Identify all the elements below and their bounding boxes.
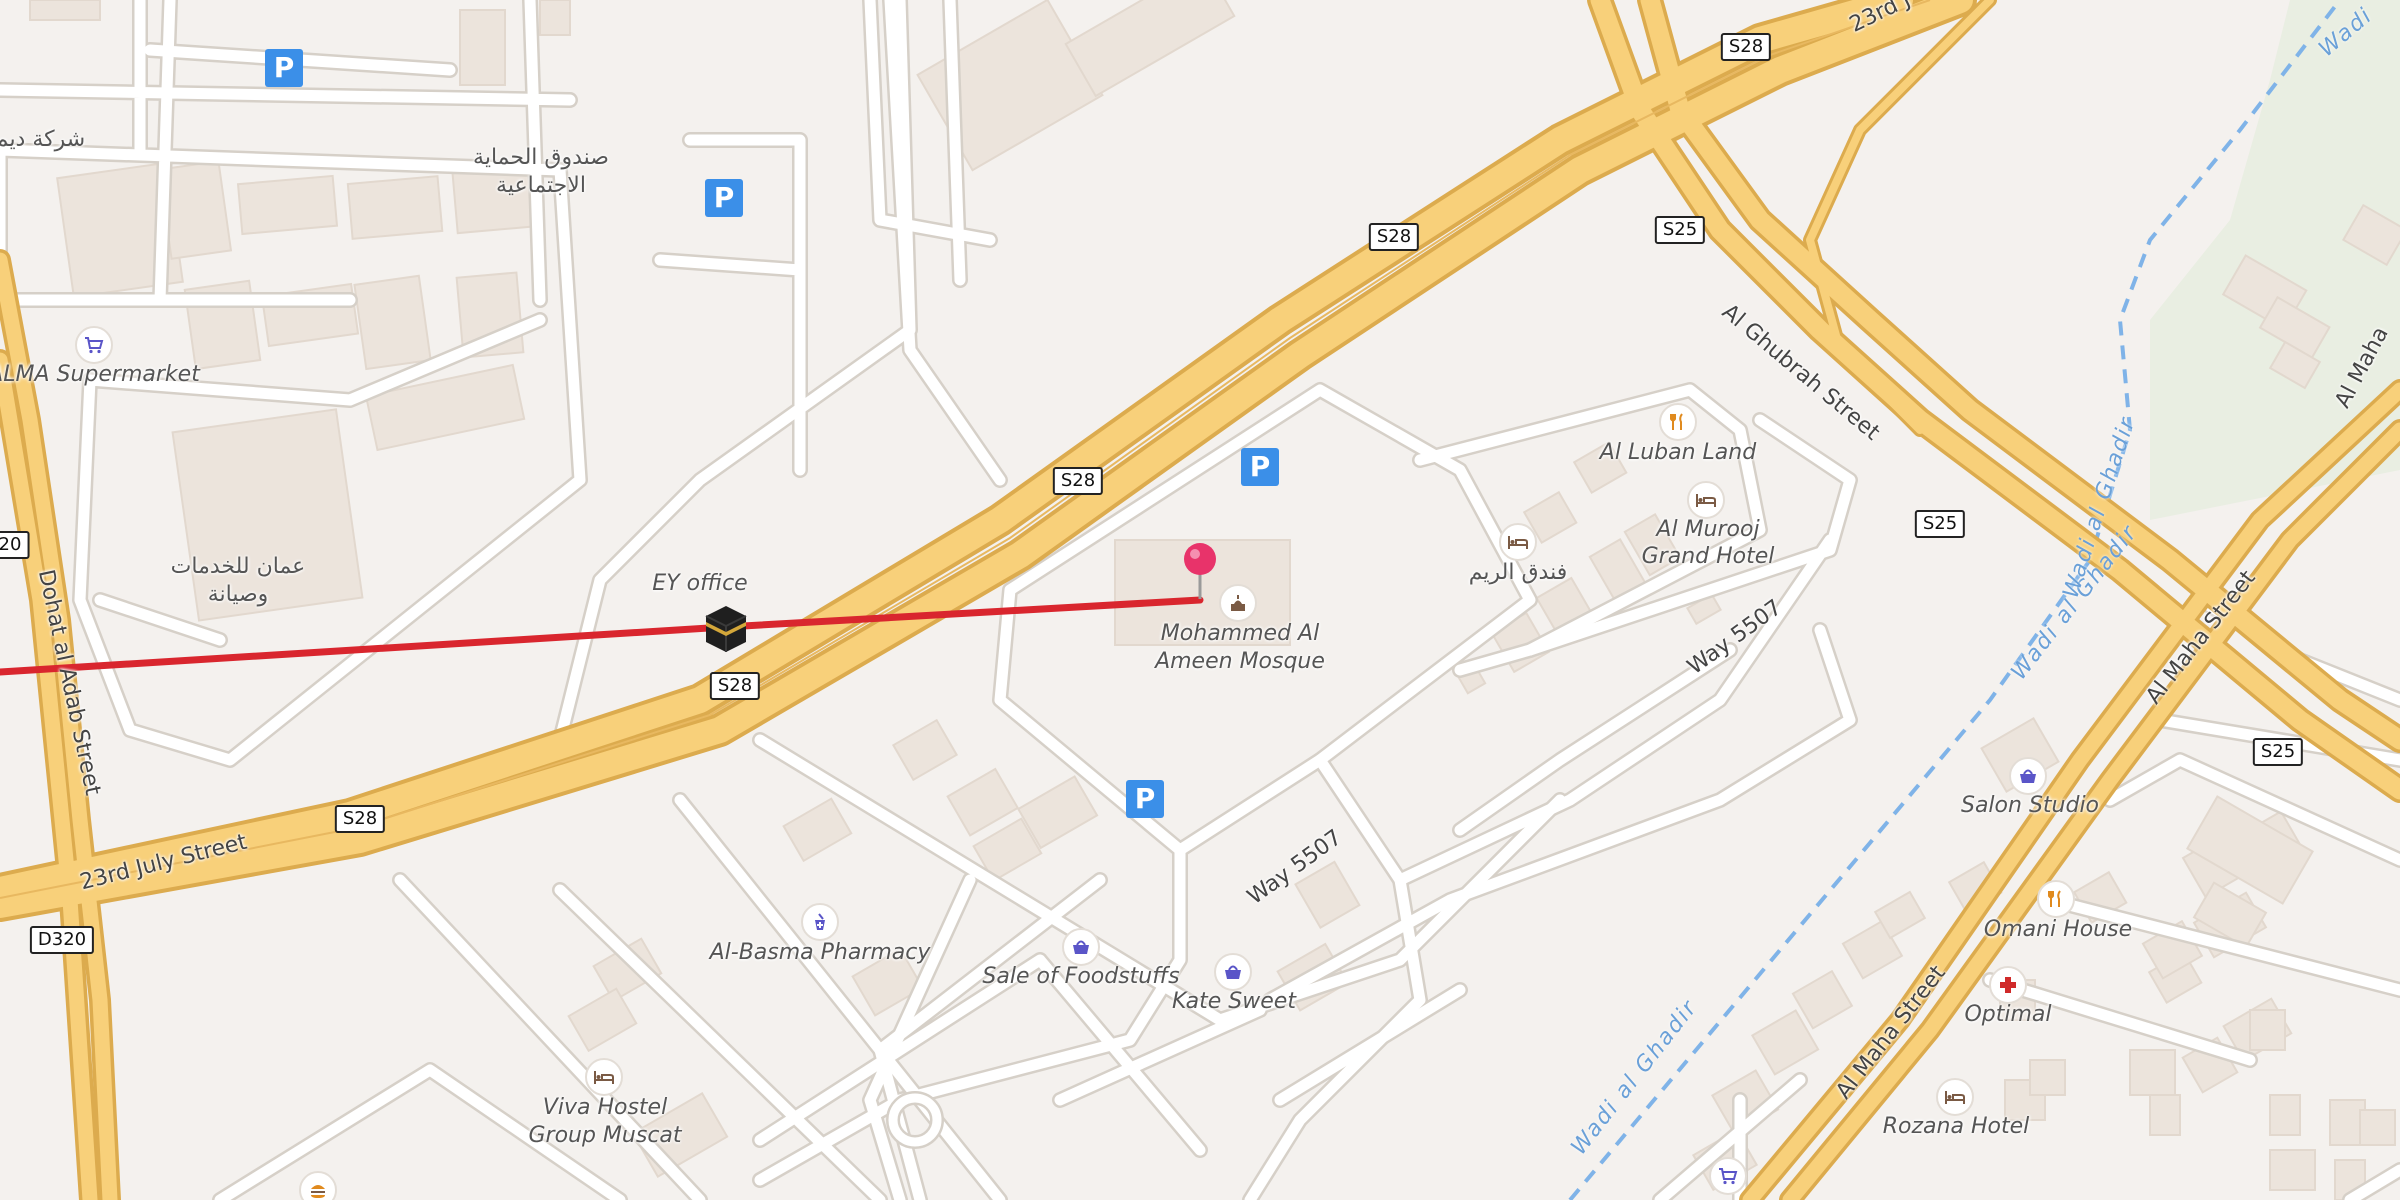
place-label-kate-sweet[interactable]: Kate Sweet [1172,989,1296,1015]
hotel-bed-icon[interactable] [1499,523,1537,561]
shopping-basket-icon[interactable] [1062,928,1100,966]
place-label-ey-office[interactable]: EY office [652,571,747,597]
road-shield-s25: S25 [2252,738,2304,766]
place-label-al-murooj-line1[interactable]: Al Murooj [1656,517,1759,543]
road-shield-s28: S28 [334,805,386,833]
place-label-mosque-line2[interactable]: Ameen Mosque [1155,649,1325,675]
shopping-basket-icon[interactable] [2009,757,2047,795]
place-label-oman-services-line2[interactable]: وصيانة [208,582,269,608]
parking-icon[interactable]: P [1241,448,1279,486]
place-label-viva-hostel-line2[interactable]: Group Muscat [528,1123,681,1149]
place-label-sale-of-foodstuffs[interactable]: Sale of Foodstuffs [982,964,1179,990]
road-shield-s28: S28 [709,672,761,700]
road-shield-s25: S25 [1654,216,1706,244]
place-label-viva-hostel-line1[interactable]: Viva Hostel [543,1095,667,1121]
restaurant-icon[interactable] [2037,880,2075,918]
place-label-sanduq-line2[interactable]: الاجتماعية [496,173,586,199]
restaurant-icon[interactable] [1659,403,1697,441]
hotel-bed-icon[interactable] [585,1058,623,1096]
parking-icon[interactable]: P [1126,780,1164,818]
place-label-sanduq-line1[interactable]: صندوق الحماية [473,145,609,171]
place-label-salon-studio[interactable]: Salon Studio [1961,793,2099,819]
road-shield-s28: S28 [1052,467,1104,495]
place-label-oman-services-line1[interactable]: عمان للخدمات [171,554,306,580]
road-shield-s25: S25 [1914,510,1966,538]
kaaba-icon[interactable] [700,602,752,654]
road-shield-s28: S28 [1720,33,1772,61]
pharmacy-icon[interactable] [801,903,839,941]
medical-cross-icon[interactable] [1989,966,2027,1004]
map-view[interactable]: S28 S28 S28 S28 S28 S25 S25 S25 D320 20 … [0,0,2400,1200]
shopping-cart-icon[interactable] [1709,1157,1747,1195]
shopping-basket-icon[interactable] [1214,953,1252,991]
parking-icon[interactable]: P [705,179,743,217]
road-shield-d320: D320 [29,926,95,954]
road-shield-s28: S28 [1368,223,1420,251]
place-label-al-basma-pharmacy[interactable]: Al-Basma Pharmacy [710,940,931,966]
parking-icon[interactable]: P [265,49,303,87]
place-label-omani-house[interactable]: Omani House [1984,917,2132,943]
road-shield-20: 20 [0,531,30,559]
place-label-mosque-line1[interactable]: Mohammed Al [1161,621,1319,647]
place-label-al-murooj-line2[interactable]: Grand Hotel [1642,544,1775,570]
place-label-rozana-hotel[interactable]: Rozana Hotel [1883,1114,2029,1140]
place-label-alma-supermarket[interactable]: ALMA Supermarket [0,362,200,388]
hotel-bed-icon[interactable] [1687,481,1725,519]
place-label-reem-hotel[interactable]: فندق الريم [1469,560,1567,586]
place-label-al-luban-land[interactable]: Al Luban Land [1600,440,1756,466]
place-label-sharikat-deem[interactable]: شركة ديم [0,127,85,153]
hotel-bed-icon[interactable] [1936,1078,1974,1116]
map-pin-icon[interactable] [1180,541,1220,605]
park-area [2150,0,2400,520]
mosque-icon[interactable] [1219,584,1257,622]
shopping-cart-icon[interactable] [75,326,113,364]
place-label-optimal[interactable]: Optimal [1964,1002,2051,1028]
